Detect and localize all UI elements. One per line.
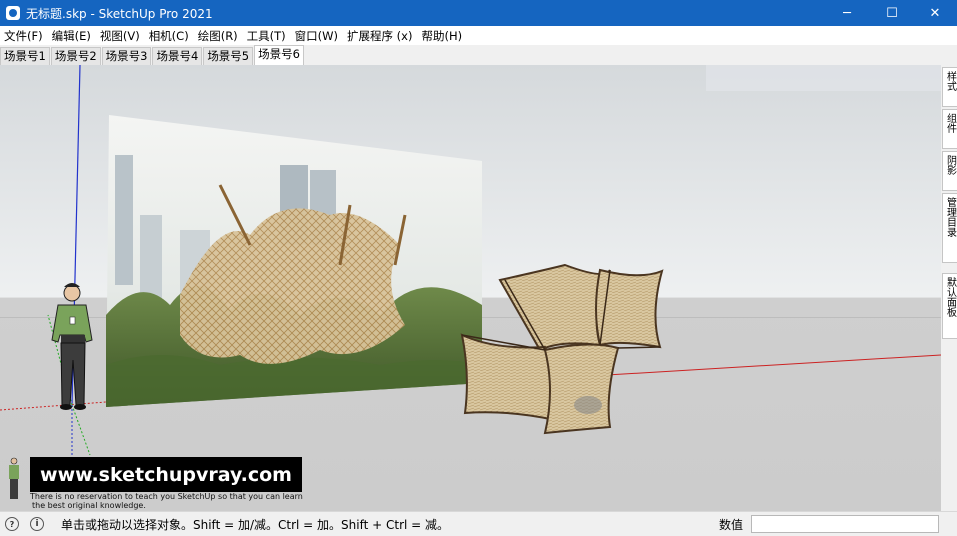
menu-file[interactable]: 文件(F) — [0, 28, 48, 44]
title-bar: 无标题.skp - SketchUp Pro 2021 ─ ☐ ✕ — [0, 0, 957, 26]
woven-sculpture-model — [460, 263, 664, 435]
tab-scene-6[interactable]: 场景号6 — [254, 45, 304, 65]
tab-scene-2[interactable]: 场景号2 — [50, 47, 101, 65]
scene-tab-bar: 场景号1 场景号2 场景号3 场景号4 场景号5 场景号6 — [0, 45, 957, 65]
tab-scene-1[interactable]: 场景号1 — [0, 47, 50, 65]
menu-edit[interactable]: 编辑(E) — [48, 28, 96, 44]
model-viewport[interactable]: www.sketchupvray.com There is no reserva… — [0, 65, 941, 511]
maximize-button[interactable]: ☐ — [869, 0, 915, 26]
sketchup-logo-icon — [6, 6, 20, 20]
tray-tab-components[interactable]: 组件 — [942, 109, 957, 149]
photo-panel-image — [106, 115, 482, 407]
menu-camera[interactable]: 相机(C) — [145, 28, 194, 44]
menu-extensions[interactable]: 扩展程序 (x) — [343, 28, 417, 44]
watermark-caption: There is no reservation to teach you Ske… — [30, 492, 320, 510]
geo-location-icon[interactable]: ? — [5, 517, 19, 531]
minimize-button[interactable]: ─ — [824, 0, 870, 26]
tab-scene-3[interactable]: 场景号3 — [101, 47, 152, 65]
close-button[interactable]: ✕ — [912, 0, 957, 26]
menu-draw[interactable]: 绘图(R) — [194, 28, 243, 44]
menu-help[interactable]: 帮助(H) — [417, 28, 467, 44]
watermark-url: www.sketchupvray.com — [30, 457, 302, 492]
menu-view[interactable]: 视图(V) — [96, 28, 145, 44]
window-title: 无标题.skp - SketchUp Pro 2021 — [26, 6, 213, 21]
menu-bar: 文件(F) 编辑(E) 视图(V) 相机(C) 绘图(R) 工具(T) 窗口(W… — [0, 26, 957, 45]
status-bar: ? i 单击或拖动以选择对象。Shift = 加/减。Ctrl = 加。Shif… — [0, 511, 957, 536]
info-icon[interactable]: i — [30, 517, 44, 531]
small-figure-icon — [9, 457, 19, 499]
tray-tab-default-panel[interactable]: 默认面板 — [942, 273, 957, 339]
measurements-label: 数值 — [719, 517, 744, 532]
green-axis-positive — [71, 404, 91, 456]
watermark-caption-line1: There is no reservation to teach you Ske… — [30, 492, 303, 501]
scene-drawing — [0, 65, 941, 499]
tray-tab-manage-directory[interactable]: 管理目录 — [942, 193, 957, 263]
tab-scene-5[interactable]: 场景号5 — [203, 47, 254, 65]
status-hint: 单击或拖动以选择对象。Shift = 加/减。Ctrl = 加。Shift + … — [61, 517, 450, 532]
tray-tab-styles[interactable]: 样式 — [942, 67, 957, 107]
tray-tab-shadows[interactable]: 阴影 — [942, 151, 957, 191]
tab-scene-4[interactable]: 场景号4 — [152, 47, 203, 65]
default-tray: 样式 组件 阴影 管理目录 默认面板 — [941, 65, 957, 511]
menu-tools[interactable]: 工具(T) — [243, 28, 291, 44]
menu-window[interactable]: 窗口(W) — [291, 28, 343, 44]
watermark-caption-line2: the best original knowledge. — [32, 501, 146, 510]
red-axis-negative — [0, 401, 107, 411]
measurements-input[interactable] — [751, 515, 939, 533]
